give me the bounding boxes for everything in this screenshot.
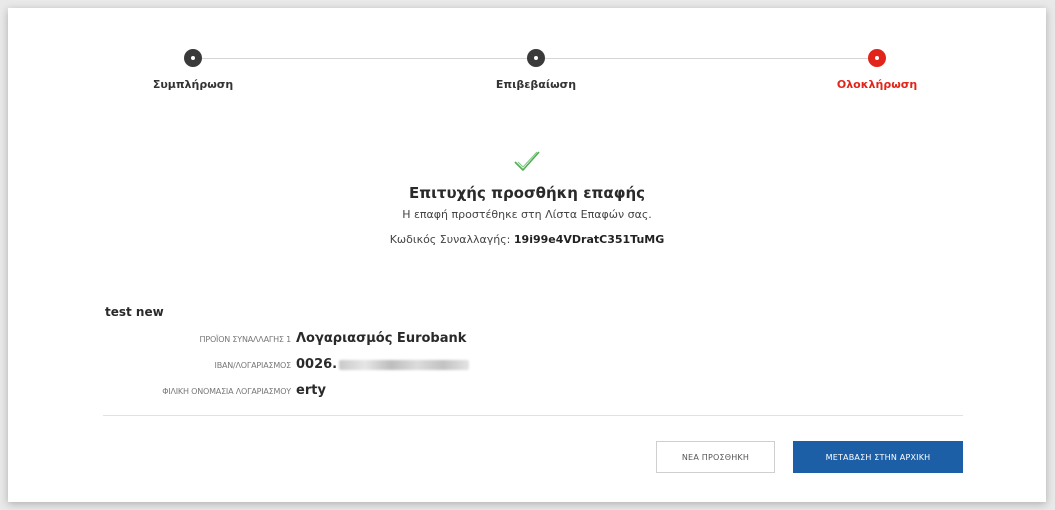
- stepper-line-1: [193, 58, 528, 59]
- stepper-line-2: [536, 58, 876, 59]
- success-subtitle: Η επαφή προστέθηκε στη Λίστα Επαφών σας.: [402, 208, 652, 221]
- step-3-label: Ολοκλήρωση: [836, 78, 918, 91]
- step-3-dot-icon: [868, 49, 886, 67]
- step-1-dot-icon: [184, 49, 202, 67]
- step-2-dot-icon: [527, 49, 545, 67]
- confirmation-card: Συμπλήρωση Επιβεβαίωση Ολοκλήρωση Επιτυχ…: [8, 8, 1046, 502]
- success-message: Επιτυχής προσθήκη επαφής Η επαφή προστέθ…: [8, 148, 1046, 246]
- contact-name: test new: [105, 305, 164, 319]
- detail-row-product: ΠΡΟΪΟΝ ΣΥΝΑΛΛΑΓΗΣ 1 Λογαριασμός Eurobank: [8, 330, 1046, 352]
- transaction-code-label: Κωδικός Συναλλαγής:: [389, 233, 511, 246]
- checkmark-icon: [512, 148, 542, 174]
- transaction-code: Κωδικός Συναλλαγής: 19i99e4VDratC351TuMG: [8, 233, 1046, 246]
- detail-value-iban: 0026.: [296, 357, 338, 372]
- detail-value-product: Λογαριασμός Eurobank: [296, 331, 467, 346]
- detail-label-nickname: ΦΙΛΙΚΗ ΟΝΟΜΑΣΙΑ ΛΟΓΑΡΙΑΣΜΟΥ: [162, 387, 291, 396]
- step-1-label: Συμπλήρωση: [152, 78, 234, 91]
- detail-value-nickname: erty: [296, 383, 326, 398]
- step-2-label: Επιβεβαίωση: [495, 78, 577, 91]
- transaction-code-value: 19i99e4VDratC351TuMG: [513, 233, 665, 246]
- detail-row-iban: IBAN/ΛΟΓΑΡΙΑΣΜΟΣ 0026.: [8, 356, 1046, 378]
- new-addition-button[interactable]: ΝΕΑ ΠΡΟΣΘΗΚΗ: [656, 441, 775, 473]
- detail-label-iban: IBAN/ΛΟΓΑΡΙΑΣΜΟΣ: [214, 361, 292, 370]
- detail-label-product: ΠΡΟΪΟΝ ΣΥΝΑΛΛΑΓΗΣ 1: [199, 335, 292, 344]
- divider: [103, 415, 963, 416]
- progress-stepper: Συμπλήρωση Επιβεβαίωση Ολοκλήρωση: [8, 8, 1046, 108]
- redacted-iban-blur: [339, 359, 470, 370]
- detail-row-nickname: ΦΙΛΙΚΗ ΟΝΟΜΑΣΙΑ ΛΟΓΑΡΙΑΣΜΟΥ erty: [8, 382, 1046, 404]
- success-title: Επιτυχής προσθήκη επαφής: [408, 184, 646, 202]
- go-to-home-button[interactable]: ΜΕΤΑΒΑΣΗ ΣΤΗΝ ΑΡΧΙΚΗ: [793, 441, 963, 473]
- detail-value-iban-wrap: 0026.: [296, 357, 470, 372]
